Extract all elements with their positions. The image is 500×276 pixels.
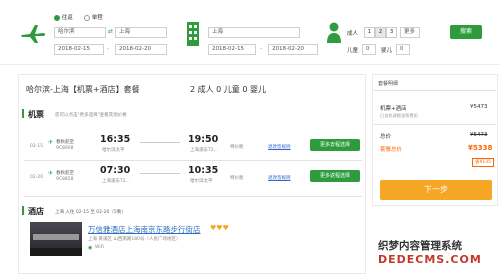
summary-item-price: ¥5473 — [470, 104, 488, 110]
adult-option-1[interactable]: 1 — [364, 27, 375, 38]
roundtrip-label: 往返 — [61, 15, 73, 21]
more-adults-select[interactable]: 更多 — [400, 27, 420, 38]
flight-number: 9C8858 — [56, 177, 74, 182]
package-title: 哈尔滨-上海【机票+酒店】套餐 — [26, 85, 140, 94]
hotel-date-separator: - — [260, 45, 263, 52]
trip-type-oneway[interactable]: 单程 — [84, 13, 103, 21]
departure-time: 07:30 — [100, 165, 131, 176]
summary-divider — [374, 124, 496, 125]
hotel-address: 上海 黄浦区 山西南路180号（人民广场地区） — [88, 237, 181, 242]
savings-badge: 省¥135 — [472, 158, 494, 167]
hotel-section-marker — [22, 206, 24, 215]
flight-date: 02-20 — [30, 175, 44, 180]
hotel-stay-info: 上海 入住 02-15 至 02-20（5晚） — [55, 210, 126, 215]
hotel-image[interactable] — [30, 222, 82, 256]
hotel-section-title: 酒店 — [28, 207, 44, 216]
arrival-time: 19:50 — [188, 134, 219, 145]
section-divider — [24, 196, 362, 197]
departure-time: 16:35 — [100, 134, 131, 145]
total-price: ¥5473 — [470, 132, 488, 138]
refund-rules-link[interactable]: 退改签规则 — [268, 175, 291, 181]
next-step-button[interactable]: 下一步 — [380, 180, 492, 200]
summary-item-note: 已含机建燃油等费用 — [380, 113, 418, 118]
hotel-icon — [186, 21, 200, 47]
flight-number: 9C8908 — [56, 146, 74, 151]
checkout-date-input[interactable]: 2018-02-20 — [268, 44, 318, 55]
hotel-name-link[interactable]: 万信雅酒店上海南京东路步行街店 — [88, 224, 201, 235]
airline-name: 春秋航空 — [56, 171, 74, 176]
return-date-input[interactable]: 2018-02-20 — [115, 44, 167, 55]
plane-icon — [20, 22, 46, 44]
departure-airport: 哈尔滨太平 — [102, 148, 125, 153]
hotel-wifi-tag: WiFi — [95, 245, 105, 250]
departure-airport: 上海浦东T2... — [102, 179, 130, 184]
swap-icon[interactable]: ⇄ — [108, 28, 113, 35]
summary-header: 套餐明细 — [378, 81, 399, 87]
package-total-price: ¥5338 — [468, 144, 493, 152]
date-separator: - — [107, 45, 110, 52]
airline-logo-icon: ✈ — [48, 139, 54, 146]
adult-option-2[interactable]: 2 — [375, 27, 386, 38]
package-total-label: 套餐总价 — [380, 147, 403, 153]
arrival-airport: 哈尔滨太平 — [190, 179, 213, 184]
package-pax: 2 成人 0 儿童 0 婴儿 — [190, 85, 266, 94]
trip-type-roundtrip[interactable]: 往返 — [54, 13, 73, 21]
more-label: 更多 — [404, 29, 416, 35]
summary-header-divider — [374, 90, 496, 91]
depart-date-input[interactable]: 2018-02-15 — [54, 44, 104, 55]
from-city-input[interactable]: 哈尔滨 — [54, 27, 106, 38]
summary-item-label: 机票+酒店 — [380, 106, 407, 112]
watermark-line2: DEDECMS.COM — [378, 253, 482, 266]
arrival-airport: 上海浦东T2... — [190, 148, 218, 153]
infant-select[interactable]: 0 — [396, 44, 410, 55]
flight-section-title: 机票 — [28, 110, 44, 119]
hotel-rating: ♥♥♥ — [210, 224, 229, 232]
watermark: 织梦内容管理系统 DEDECMS.COM — [378, 238, 498, 274]
flight-row-divider — [24, 160, 362, 161]
airline-name: 春秋航空 — [56, 140, 74, 145]
airline-logo-icon: ✈ — [48, 170, 54, 177]
search-divider — [0, 64, 500, 65]
more-outbound-button[interactable]: 更多去程选择 — [310, 139, 360, 151]
watermark-line1: 织梦内容管理系统 — [378, 240, 462, 252]
flight-section-marker — [22, 109, 24, 118]
adult-option-3[interactable]: 3 — [386, 27, 397, 38]
search-button[interactable]: 搜索 — [450, 25, 482, 39]
cabin-class: 特价舱 — [230, 176, 244, 181]
person-icon — [327, 22, 341, 44]
hotel-city-input[interactable]: 上海 — [208, 27, 300, 38]
children-label: 儿童 — [347, 48, 359, 54]
flight-arrow — [140, 142, 180, 143]
checkin-date-input[interactable]: 2018-02-15 — [208, 44, 256, 55]
adults-label: 成人 — [347, 31, 359, 37]
cabin-class: 特价舱 — [230, 145, 244, 150]
arrival-time: 10:35 — [188, 165, 219, 176]
flight-arrow — [140, 173, 180, 174]
flight-date: 02-15 — [30, 144, 44, 149]
oneway-label: 单程 — [91, 15, 103, 21]
flight-tip: 您可以点击"更多选择"查看其他价格 — [55, 113, 127, 118]
children-select[interactable]: 0 — [362, 44, 376, 55]
wifi-icon: ◉ — [88, 245, 93, 251]
refund-rules-link[interactable]: 退改签规则 — [268, 144, 291, 150]
more-return-button[interactable]: 更多返程选择 — [310, 170, 360, 182]
to-city-input[interactable]: 上海 — [115, 27, 167, 38]
infant-label: 婴儿 — [381, 48, 393, 54]
total-label: 总价 — [380, 134, 392, 140]
